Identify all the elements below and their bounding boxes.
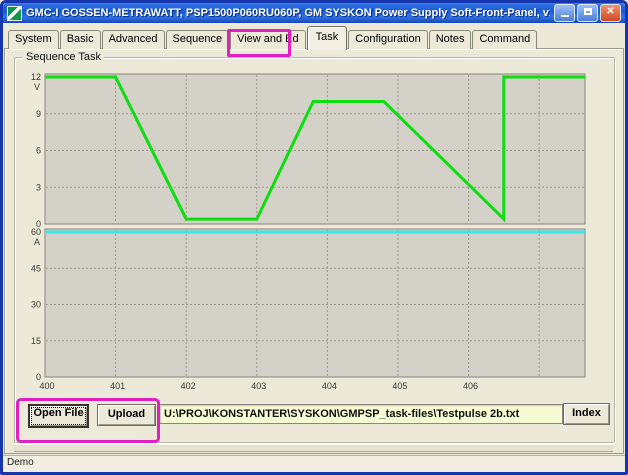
title-bar: GMC-I GOSSEN-METRAWATT, PSP1500P060RU060… [3, 3, 625, 23]
svg-text:V: V [34, 82, 40, 92]
svg-text:45: 45 [31, 263, 41, 273]
tab-system[interactable]: System [8, 30, 59, 49]
groupbox-bottom-strip [14, 444, 613, 452]
svg-text:403: 403 [251, 381, 266, 391]
svg-text:12: 12 [31, 72, 41, 82]
maximize-icon [584, 8, 592, 15]
upload-button[interactable]: Upload [97, 404, 156, 426]
tab-notes[interactable]: Notes [429, 30, 472, 49]
minimize-button[interactable] [554, 4, 575, 22]
svg-text:A: A [34, 237, 40, 247]
minimize-icon [561, 15, 569, 17]
status-text: Demo [7, 457, 34, 468]
index-button[interactable]: Index [563, 403, 610, 425]
close-button[interactable]: ✕ [600, 4, 621, 22]
tab-strip: System Basic Advanced Sequence View and … [8, 28, 538, 49]
open-file-button[interactable]: Open File [28, 404, 89, 428]
file-path-field[interactable]: U:\PROJ\KONSTANTER\SYSKON\GMPSP_task-fil… [159, 404, 563, 424]
svg-text:30: 30 [31, 300, 41, 310]
tab-basic[interactable]: Basic [60, 30, 101, 49]
svg-text:405: 405 [392, 381, 407, 391]
close-icon: ✕ [606, 6, 614, 17]
status-bar: Demo [3, 455, 625, 472]
svg-text:6: 6 [36, 146, 41, 156]
svg-text:3: 3 [36, 182, 41, 192]
sequence-task-chart: 12V963060A4530150400401402403404405406 [20, 62, 612, 398]
window-title: GMC-I GOSSEN-METRAWATT, PSP1500P060RU060… [26, 7, 550, 19]
tab-view-and-edit[interactable]: View and Ed [230, 30, 306, 49]
svg-text:15: 15 [31, 336, 41, 346]
app-logo-icon [7, 6, 22, 21]
tab-task[interactable]: Task [307, 26, 348, 50]
tab-sequence[interactable]: Sequence [166, 30, 230, 49]
tab-configuration[interactable]: Configuration [348, 30, 427, 49]
svg-text:406: 406 [463, 381, 478, 391]
tab-command[interactable]: Command [472, 30, 537, 49]
svg-text:401: 401 [110, 381, 125, 391]
svg-text:9: 9 [36, 109, 41, 119]
svg-text:60: 60 [31, 227, 41, 237]
svg-text:404: 404 [322, 381, 337, 391]
app-window: GMC-I GOSSEN-METRAWATT, PSP1500P060RU060… [0, 0, 628, 475]
svg-text:402: 402 [181, 381, 196, 391]
tab-advanced[interactable]: Advanced [102, 30, 165, 49]
svg-text:400: 400 [39, 381, 54, 391]
maximize-button[interactable] [577, 4, 598, 22]
